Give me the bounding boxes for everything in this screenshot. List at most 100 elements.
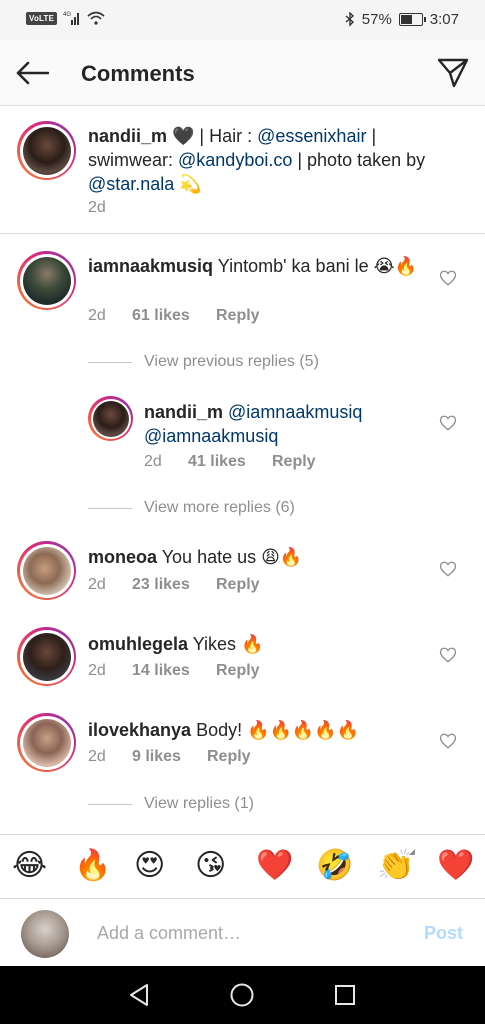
like-heart-icon[interactable] [439, 732, 457, 750]
status-left: VoLTE 4G [26, 11, 105, 25]
divider [88, 803, 132, 805]
reply-meta: 2d 41 likes Reply [144, 453, 316, 471]
timestamp: 2d [88, 662, 106, 679]
like-heart-icon[interactable] [439, 269, 457, 287]
like-heart-icon[interactable] [439, 414, 457, 432]
likes-count[interactable]: 41 likes [188, 453, 272, 471]
share-button[interactable] [435, 55, 471, 91]
comment-text: ilovekhanya Body! 🔥🔥🔥🔥🔥 [88, 718, 418, 742]
post-button[interactable]: Post [424, 923, 463, 944]
comment-input[interactable]: Add a comment… [97, 923, 241, 944]
reaction-laughing-emoji[interactable]: 😂 [12, 849, 47, 883]
avatar-ring[interactable] [17, 541, 76, 600]
nav-home-button[interactable] [229, 982, 255, 1008]
reply-username[interactable]: nandii_m [144, 402, 223, 422]
avatar-ring[interactable] [17, 121, 76, 180]
comments-header: Comments [0, 40, 485, 106]
reply-button[interactable]: Reply [216, 576, 260, 594]
comment-text: moneoa You hate us 😩🔥 [88, 545, 418, 569]
likes-count[interactable]: 9 likes [132, 748, 207, 766]
page-title: Comments [81, 61, 195, 86]
mention-link[interactable]: @iamnaakmusiq [228, 402, 362, 422]
view-more-replies-link[interactable]: View more replies (6) [88, 499, 295, 517]
view-replies-label: View more replies (6) [144, 499, 295, 516]
comment-meta: 2d 61 likes Reply [88, 307, 260, 325]
reaction-fire-emoji[interactable]: 🔥 [74, 849, 111, 883]
divider [88, 361, 132, 363]
post-caption: nandii_m 🖤 | Hair : @essenixhair | swimw… [0, 106, 485, 234]
battery-icon [398, 13, 426, 26]
reaction-rofl-emoji[interactable]: 🤣 [316, 849, 353, 883]
comment-username[interactable]: ilovekhanya [88, 720, 191, 740]
avatar-ring[interactable] [17, 713, 76, 772]
reaction-heart-eyes-emoji[interactable]: 😍 [134, 849, 165, 883]
clock: 3:07 [429, 11, 459, 28]
reaction-heart-emoji[interactable]: ❤️ [437, 849, 474, 883]
comment-body: Yikes 🔥 [188, 634, 264, 654]
paper-plane-icon [437, 58, 469, 88]
comment-username[interactable]: moneoa [88, 547, 157, 567]
timestamp: 2d [88, 307, 106, 324]
caption-part: 🖤 | Hair : [167, 126, 258, 146]
nav-back-button[interactable] [126, 982, 152, 1008]
like-heart-icon[interactable] [439, 560, 457, 578]
avatar-ring[interactable] [88, 396, 133, 441]
comment-username[interactable]: omuhlegela [88, 634, 188, 654]
avatar [22, 632, 71, 681]
avatar [22, 546, 71, 595]
bluetooth-icon [345, 12, 354, 27]
reply-button[interactable]: Reply [216, 307, 260, 325]
comment-text: omuhlegela Yikes 🔥 [88, 632, 418, 656]
caption-text: nandii_m 🖤 | Hair : @essenixhair | swimw… [88, 124, 458, 196]
comment-body: You hate us 😩🔥 [157, 547, 303, 567]
mention-link[interactable]: @iamnaakmusiq [144, 426, 278, 446]
mention-link[interactable]: @essenixhair [257, 126, 366, 146]
avatar-ring[interactable] [17, 251, 76, 310]
like-heart-icon[interactable] [439, 646, 457, 664]
avatar [92, 400, 129, 437]
comment-meta: 2d 9 likes Reply [88, 748, 251, 766]
likes-count[interactable]: 14 likes [132, 662, 216, 680]
quick-reactions-bar: 😂 🔥 😍 😘 ❤️ 🤣 👏 ❤️ [0, 834, 485, 898]
reply-text: nandii_m @iamnaakmusiq @iamnaakmusiq [144, 400, 424, 448]
status-right: 57% 3:07 [345, 11, 459, 28]
mention-link[interactable]: @kandyboi.co [178, 150, 292, 170]
back-button[interactable] [14, 56, 50, 90]
volte-indicator: VoLTE [26, 11, 58, 25]
reaction-heart-emoji[interactable]: ❤️ [256, 849, 293, 883]
avatar-ring[interactable] [17, 627, 76, 686]
comment-body: Yintomb' ka bani le 😭🔥 [213, 256, 418, 276]
signal-icon: 4G [63, 12, 80, 25]
comment-meta: 2d 14 likes Reply [88, 662, 260, 680]
square-recents-icon [335, 985, 355, 1005]
status-bar: VoLTE 4G 57% 3:07 [0, 0, 485, 40]
likes-count[interactable]: 23 likes [132, 576, 216, 594]
view-replies-link[interactable]: View replies (1) [88, 795, 254, 813]
timestamp: 2d [88, 199, 106, 216]
skin-tone-indicator [409, 849, 415, 855]
timestamp: 2d [88, 748, 106, 765]
battery-percent: 57% [361, 11, 392, 28]
caption-username[interactable]: nandii_m [88, 126, 167, 146]
current-user-avatar [21, 910, 69, 958]
comment-body: Body! 🔥🔥🔥🔥🔥 [191, 720, 360, 740]
view-replies-label: View previous replies (5) [144, 353, 319, 370]
reply-button[interactable]: Reply [207, 748, 251, 766]
system-nav-bar [0, 966, 485, 1024]
caption-emoji: 💫 [174, 174, 202, 194]
caption-meta: 2d [88, 199, 106, 217]
reply-button[interactable]: Reply [272, 453, 316, 471]
comment-username[interactable]: iamnaakmusiq [88, 256, 213, 276]
network-label: 4G [63, 12, 71, 18]
likes-count[interactable]: 61 likes [132, 307, 216, 325]
triangle-back-icon [130, 984, 148, 1006]
comment-meta: 2d 23 likes Reply [88, 576, 260, 594]
nav-recents-button[interactable] [332, 982, 358, 1008]
reaction-kiss-emoji[interactable]: 😘 [195, 849, 226, 883]
view-replies-link[interactable]: View previous replies (5) [88, 353, 319, 371]
reply-button[interactable]: Reply [216, 662, 260, 680]
timestamp: 2d [144, 453, 162, 470]
arrow-left-icon [16, 61, 49, 85]
mention-link[interactable]: @star.nala [88, 174, 174, 194]
view-replies-label: View replies (1) [144, 795, 254, 812]
